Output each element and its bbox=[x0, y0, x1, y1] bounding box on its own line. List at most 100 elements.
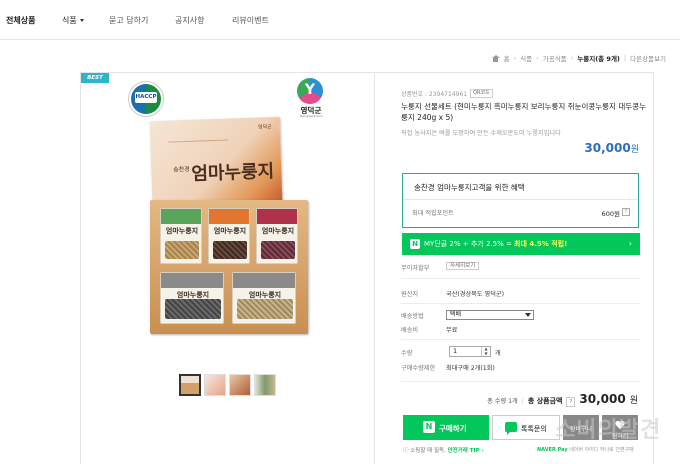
watermark: 소비의발견 bbox=[555, 418, 662, 443]
pack-rice bbox=[213, 241, 247, 259]
lid-tag: 영덕군 bbox=[257, 124, 272, 131]
product-price: 30,000원 bbox=[584, 141, 639, 155]
product-title: 누룽지 선물세트 (현미누룽지 흑미누룽지 보리누룽지 쥐눈이콩누룽지 대두콩누… bbox=[401, 102, 646, 122]
total-count: 총 수량 1개 bbox=[487, 398, 518, 405]
shipping-fee-value: 무료 bbox=[446, 327, 458, 334]
chat-bubble-icon bbox=[505, 422, 517, 435]
yeongdeok-logo: 영덕군 Yeongdeok-Gun bbox=[294, 78, 328, 118]
total-currency: 원 bbox=[629, 396, 638, 406]
pack-brand: 엄마누룽지 bbox=[261, 226, 295, 235]
crumb-current[interactable]: 누룽지(총 9개) bbox=[577, 53, 620, 63]
chevron-down-icon bbox=[79, 19, 84, 22]
shipping-method-select[interactable]: 택배 bbox=[446, 310, 534, 320]
thumbnail-2[interactable] bbox=[204, 374, 226, 396]
divider bbox=[401, 339, 640, 340]
my-dangol-rate: MY단골 2% + 추가 2.5% = bbox=[424, 240, 515, 248]
qr-code-button[interactable]: QR코드 bbox=[470, 89, 493, 98]
thumbnail-3[interactable] bbox=[229, 374, 251, 396]
nav-qna[interactable]: 묻고 답하기 bbox=[109, 15, 148, 26]
pack-4: 엄마누룽지 bbox=[160, 272, 224, 324]
pack-rice bbox=[261, 241, 295, 259]
pack-label-band bbox=[161, 273, 223, 288]
nav-food-label: 식품 bbox=[62, 16, 77, 25]
crumb-separator: › bbox=[513, 54, 517, 62]
shipping-method-label: 배송방법 bbox=[401, 313, 424, 320]
talktalk-button[interactable]: 톡톡문의 bbox=[492, 415, 560, 440]
nav-all-products[interactable]: 전체상품 bbox=[6, 15, 35, 26]
divider bbox=[401, 303, 640, 304]
breadcrumb: 홈 › 식품 › 가공식품 › 누룽지(총 9개) | 다른상품보기 bbox=[491, 53, 666, 63]
pack-label-band bbox=[233, 273, 295, 288]
crumb-separator: | bbox=[623, 54, 627, 62]
chevron-right-icon: › bbox=[628, 239, 632, 248]
gift-box-lid: 영덕군 송찬경 엄마누룽지 bbox=[149, 116, 283, 210]
naver-pay-notice: NAVER Pay 네이버 아이디 하나로 간편구매 bbox=[537, 446, 634, 453]
pack-rice bbox=[165, 241, 199, 259]
quantity-unit: 개 bbox=[495, 350, 501, 357]
crumb-food[interactable]: 식품 bbox=[520, 53, 532, 63]
total-label: 총 상품금액 bbox=[527, 397, 563, 405]
haccp-logo: HACCP bbox=[128, 81, 164, 117]
pack-label-band bbox=[209, 209, 249, 224]
talktalk-label: 톡톡문의 bbox=[521, 425, 547, 433]
product-id: 상품번호 : 2394714961 bbox=[401, 91, 468, 98]
buy-button[interactable]: N 구매하기 bbox=[403, 415, 489, 440]
help-icon[interactable]: ? bbox=[566, 397, 576, 407]
nav-food[interactable]: 식품 bbox=[62, 15, 84, 26]
safe-trade-notice[interactable]: ⓘ 소핑할 때 필독, 안전거래 TIP › bbox=[403, 446, 484, 454]
pack-3: 엄마누룽지 bbox=[256, 208, 298, 264]
lid-brand: 엄마누룽지 bbox=[191, 160, 275, 185]
other-products-link[interactable]: 다른상품보기 bbox=[630, 53, 666, 63]
price-amount: 30,000 bbox=[584, 141, 631, 155]
quantity-stepper[interactable]: 1 ▲ ▼ bbox=[449, 346, 491, 357]
thumbnail-4[interactable] bbox=[254, 374, 276, 396]
gift-box-tray: 엄마누룽지 엄마누룽지 엄마누룽지 엄마누룽지 엄마누룽지 bbox=[150, 200, 308, 334]
my-dangol-text: MY단골 2% + 추가 2.5% = 최대 4.5% 적립! bbox=[424, 239, 567, 249]
best-badge: BEST bbox=[81, 73, 109, 83]
crumb-separator: › bbox=[536, 54, 539, 62]
nav-review-event[interactable]: 리뷰이벤트 bbox=[232, 15, 269, 26]
stepper-arrows-icon[interactable]: ▲ ▼ bbox=[481, 346, 490, 356]
nav-notice[interactable]: 공지사항 bbox=[175, 15, 204, 26]
chevron-right-icon: › bbox=[479, 448, 484, 454]
home-icon bbox=[491, 54, 500, 62]
help-icon[interactable]: ? bbox=[622, 208, 630, 216]
my-dangol-max: 최대 4.5% 적립! bbox=[514, 240, 568, 248]
origin-value: 국산(경상북도 영덕군) bbox=[446, 291, 505, 298]
naver-n-icon: N bbox=[423, 421, 435, 433]
top-nav: 전체상품 식품 묻고 답하기 공지사항 리뷰이벤트 bbox=[0, 0, 680, 40]
naver-pay-logo: NAVER Pay bbox=[537, 447, 568, 453]
max-point-value: 600원 bbox=[601, 210, 620, 218]
purchase-limit-value: 최대구매 2개(1회) bbox=[446, 365, 495, 372]
yeongdeok-sub: Yeongdeok-Gun bbox=[299, 114, 323, 118]
price-currency: 원 bbox=[630, 145, 639, 155]
total-summary: 총 수량 1개 | 총 상품금액 ? 30,000 원 bbox=[487, 392, 638, 407]
yeongdeok-mark-icon bbox=[297, 78, 323, 104]
max-point-label: 최대 적립포인트 bbox=[412, 210, 454, 217]
crumb-processed[interactable]: 가공식품 bbox=[543, 53, 567, 63]
divider bbox=[403, 199, 638, 200]
lid-maker: 송찬경 bbox=[173, 165, 190, 174]
pack-1: 엄마누룽지 bbox=[160, 208, 202, 264]
my-dangol-banner[interactable]: N MY단골 2% + 추가 2.5% = 최대 4.5% 적립! › bbox=[402, 233, 640, 255]
lid-decoration bbox=[167, 126, 229, 143]
thumbnail-1[interactable] bbox=[179, 374, 201, 396]
total-amount: 30,000 bbox=[579, 392, 626, 406]
pack-label-band bbox=[257, 209, 297, 224]
benefit-heading: 송찬경 엄마누룽지고객을 위한 혜택 bbox=[414, 183, 525, 192]
divider bbox=[401, 278, 640, 279]
thumbnail-strip bbox=[179, 374, 276, 396]
naver-pay-text: 네이버 아이디 하나로 간편구매 bbox=[567, 447, 634, 453]
crumb-home[interactable]: 홈 bbox=[504, 53, 510, 63]
divider bbox=[401, 381, 640, 382]
chevron-down-icon bbox=[525, 313, 531, 317]
buy-button-label: 구매하기 bbox=[439, 424, 467, 433]
quantity-label: 수량 bbox=[401, 350, 413, 357]
product-id-row: 상품번호 : 2394714961 QR코드 bbox=[401, 89, 493, 98]
notice-link: 안전거래 TIP bbox=[447, 448, 480, 454]
installment-details-button[interactable]: 자세히보기 bbox=[446, 262, 480, 270]
pack-label-band bbox=[161, 209, 201, 224]
pack-rice bbox=[165, 299, 221, 319]
pack-2: 엄마누룽지 bbox=[208, 208, 250, 264]
pack-5: 엄마누룽지 bbox=[232, 272, 296, 324]
